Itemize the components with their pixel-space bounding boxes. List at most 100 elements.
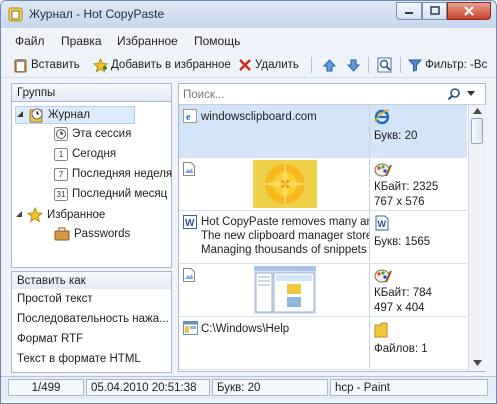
clip-info: КБайт: 2325 767 x 576 xyxy=(370,158,467,210)
collapse-arrow-icon[interactable] xyxy=(15,211,23,219)
toolbar-separator xyxy=(311,57,312,73)
tree-item-today[interactable]: 1 Сегодня xyxy=(54,145,116,163)
paste-as-html[interactable]: Текст в формате HTML xyxy=(12,349,171,369)
menu-help[interactable]: Помощь xyxy=(194,34,240,48)
window-title: Журнал - Hot CopyPaste xyxy=(29,7,165,21)
search-icon[interactable] xyxy=(447,87,461,101)
vertical-scrollbar[interactable] xyxy=(468,105,486,371)
menu-edit[interactable]: Правка xyxy=(61,34,102,48)
clip-size: КБайт: 784 xyxy=(374,287,432,299)
tree-item-label: Журнал xyxy=(48,109,90,121)
close-icon xyxy=(464,6,474,16)
tree-item-passwords[interactable]: Passwords xyxy=(54,225,130,243)
menu-favorites[interactable]: Избранное xyxy=(117,34,178,48)
paint-icon xyxy=(374,163,392,177)
minimize-button[interactable] xyxy=(396,2,422,20)
clip-text-line: Managing thousands of snippets c xyxy=(201,244,370,256)
ie-icon: e xyxy=(183,109,197,123)
menu-bar: Файл Правка Избранное Помощь xyxy=(1,30,496,52)
clip-row[interactable]: e windowsclipboard.com Букв: 20 xyxy=(179,105,467,158)
minimize-icon xyxy=(405,12,413,14)
status-position: 1/499 xyxy=(8,379,84,396)
clip-row[interactable]: C:\Windows\Help Файлов: 1 xyxy=(179,317,467,370)
calendar-day-7-icon: 7 xyxy=(54,167,68,181)
ie-logo-icon xyxy=(374,109,390,125)
left-pane: Группы Журнал Эта сессия 1 Сегодня 7 Пос… xyxy=(11,83,172,373)
magnifier-page-icon xyxy=(377,57,392,73)
calendar-day-31-icon: 31 xyxy=(54,187,68,201)
tree-item-history[interactable]: Журнал xyxy=(15,106,135,124)
delete-button[interactable]: Удалить xyxy=(238,56,299,74)
filter-button[interactable]: Фильтр: -Вс xyxy=(408,56,487,74)
toolbar-separator xyxy=(368,57,369,73)
scroll-thumb[interactable] xyxy=(471,118,483,144)
scroll-up-arrow-icon[interactable] xyxy=(473,108,482,114)
word-doc-icon: W xyxy=(375,215,389,231)
clip-row[interactable]: КБайт: 2325 767 x 576 xyxy=(179,158,467,211)
tree-item-last-month[interactable]: 31 Последний месяц xyxy=(54,185,167,203)
clip-row[interactable]: W Hot CopyPaste removes many ann The new… xyxy=(179,211,467,264)
tree-item-session[interactable]: Эта сессия xyxy=(54,125,131,143)
clips-list: e windowsclipboard.com Букв: 20 КБайт: 2… xyxy=(179,105,467,371)
collapse-arrow-icon[interactable] xyxy=(16,111,24,119)
maximize-button[interactable] xyxy=(422,2,447,20)
clip-text-line: Hot CopyPaste removes many ann xyxy=(201,216,370,228)
clip-content: e windowsclipboard.com xyxy=(179,105,370,157)
paint-icon xyxy=(374,269,392,283)
tree-item-last-week[interactable]: 7 Последняя неделя xyxy=(54,165,172,183)
screenshot-thumbnail xyxy=(254,266,316,314)
tree-item-label: Сегодня xyxy=(72,148,117,160)
paste-as-plain-text[interactable]: Простой текст xyxy=(12,289,171,309)
groups-header: Группы xyxy=(11,83,172,102)
paste-as-list: Простой текст Последовательность нажа...… xyxy=(11,289,172,373)
tree-item-label: Эта сессия xyxy=(72,128,132,140)
clip-size: КБайт: 2325 xyxy=(374,181,439,193)
status-bar: 1/499 05.04.2010 20:51:38 Букв: 20 hcp -… xyxy=(1,376,496,399)
preview-button[interactable] xyxy=(377,56,393,74)
paste-label: Вставить xyxy=(31,59,80,71)
word-icon: W xyxy=(183,215,197,229)
add-favorite-button[interactable]: Добавить в избранное xyxy=(93,56,231,74)
tree-item-favorites[interactable]: Избранное xyxy=(15,206,105,224)
clip-row[interactable]: КБайт: 784 497 x 404 xyxy=(179,264,467,317)
briefcase-icon xyxy=(54,227,70,241)
explorer-icon xyxy=(183,321,198,335)
move-up-button[interactable] xyxy=(322,56,337,74)
folder-icon xyxy=(374,322,388,338)
svg-text:W: W xyxy=(185,218,195,229)
paste-button[interactable]: Вставить xyxy=(13,56,80,74)
paste-as-keystrokes[interactable]: Последовательность нажа... xyxy=(12,309,171,329)
delete-label: Удалить xyxy=(255,59,299,71)
paste-as-header: Вставить как xyxy=(11,271,172,290)
status-chars: Букв: 20 xyxy=(212,379,328,396)
search-input[interactable] xyxy=(181,86,445,103)
clip-char-count: Букв: 20 xyxy=(374,130,418,142)
title-bar[interactable]: Журнал - Hot CopyPaste xyxy=(1,1,496,28)
status-datetime: 05.04.2010 20:51:38 xyxy=(86,379,210,396)
chevron-down-icon[interactable] xyxy=(467,91,475,97)
calendar-day-1-icon: 1 xyxy=(54,147,68,161)
tree-item-label: Избранное xyxy=(47,209,106,221)
clip-text-line: C:\Windows\Help xyxy=(201,323,290,335)
flower-thumbnail xyxy=(253,160,317,208)
clip-content: C:\Windows\Help xyxy=(179,317,370,369)
clip-info: КБайт: 784 497 x 404 xyxy=(370,264,467,316)
search-bar xyxy=(179,84,485,105)
paste-as-rtf[interactable]: Формат RTF xyxy=(12,329,171,349)
menu-file[interactable]: Файл xyxy=(15,34,45,48)
scroll-down-arrow-icon[interactable] xyxy=(473,360,482,366)
clip-dimensions: 497 x 404 xyxy=(374,302,425,314)
move-down-button[interactable] xyxy=(346,56,361,74)
history-clock-icon xyxy=(29,108,43,123)
app-icon xyxy=(8,7,23,22)
close-button[interactable] xyxy=(447,2,491,20)
clip-text-line: The new clipboard manager stores xyxy=(201,230,370,242)
clip-text-line: windowsclipboard.com xyxy=(201,111,317,123)
clock-icon xyxy=(54,127,68,141)
star-icon xyxy=(27,207,43,223)
app-window: Журнал - Hot CopyPaste Файл Правка Избра… xyxy=(0,0,497,404)
clip-content xyxy=(179,158,370,210)
image-file-icon xyxy=(183,268,195,282)
clipboard-icon xyxy=(14,58,27,72)
clip-content: W Hot CopyPaste removes many ann The new… xyxy=(179,211,370,263)
